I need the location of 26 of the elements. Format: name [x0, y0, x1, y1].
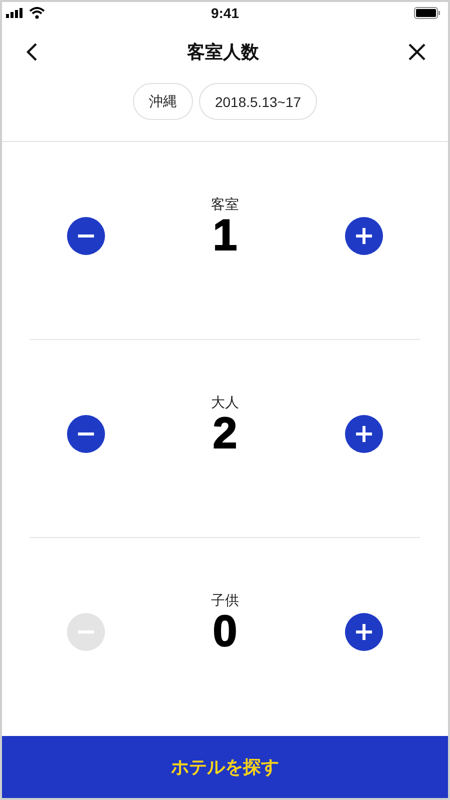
- counter-label: 大人: [211, 394, 239, 413]
- filter-chip[interactable]: 沖縄: [132, 83, 193, 120]
- counter-value: 2: [212, 411, 238, 457]
- wifi-icon: [29, 7, 45, 19]
- page-title: 客室人数: [187, 41, 259, 64]
- increment-button[interactable]: [344, 217, 383, 255]
- plus-icon: [356, 228, 372, 244]
- minus-icon: [78, 234, 94, 238]
- decrement-button[interactable]: [67, 217, 105, 255]
- counter-label: 子供: [211, 592, 239, 611]
- signal-icon: [6, 8, 24, 18]
- decrement-button[interactable]: [67, 415, 105, 453]
- counter-label: 客室: [211, 196, 239, 215]
- increment-button[interactable]: [344, 415, 383, 453]
- battery-icon: [414, 7, 440, 19]
- counter-value: 1: [212, 213, 238, 259]
- search-hotels-button[interactable]: ホテルを探す: [2, 736, 448, 798]
- chevron-left-icon: [26, 42, 38, 62]
- close-icon: [408, 43, 426, 61]
- plus-icon: [356, 624, 372, 640]
- increment-button[interactable]: [344, 613, 383, 651]
- filter-chip[interactable]: 2018.5.13~17: [198, 83, 318, 120]
- minus-icon: [78, 432, 94, 436]
- plus-icon: [356, 426, 372, 442]
- counter-value: 0: [212, 609, 238, 655]
- status-time: 9:41: [210, 5, 240, 21]
